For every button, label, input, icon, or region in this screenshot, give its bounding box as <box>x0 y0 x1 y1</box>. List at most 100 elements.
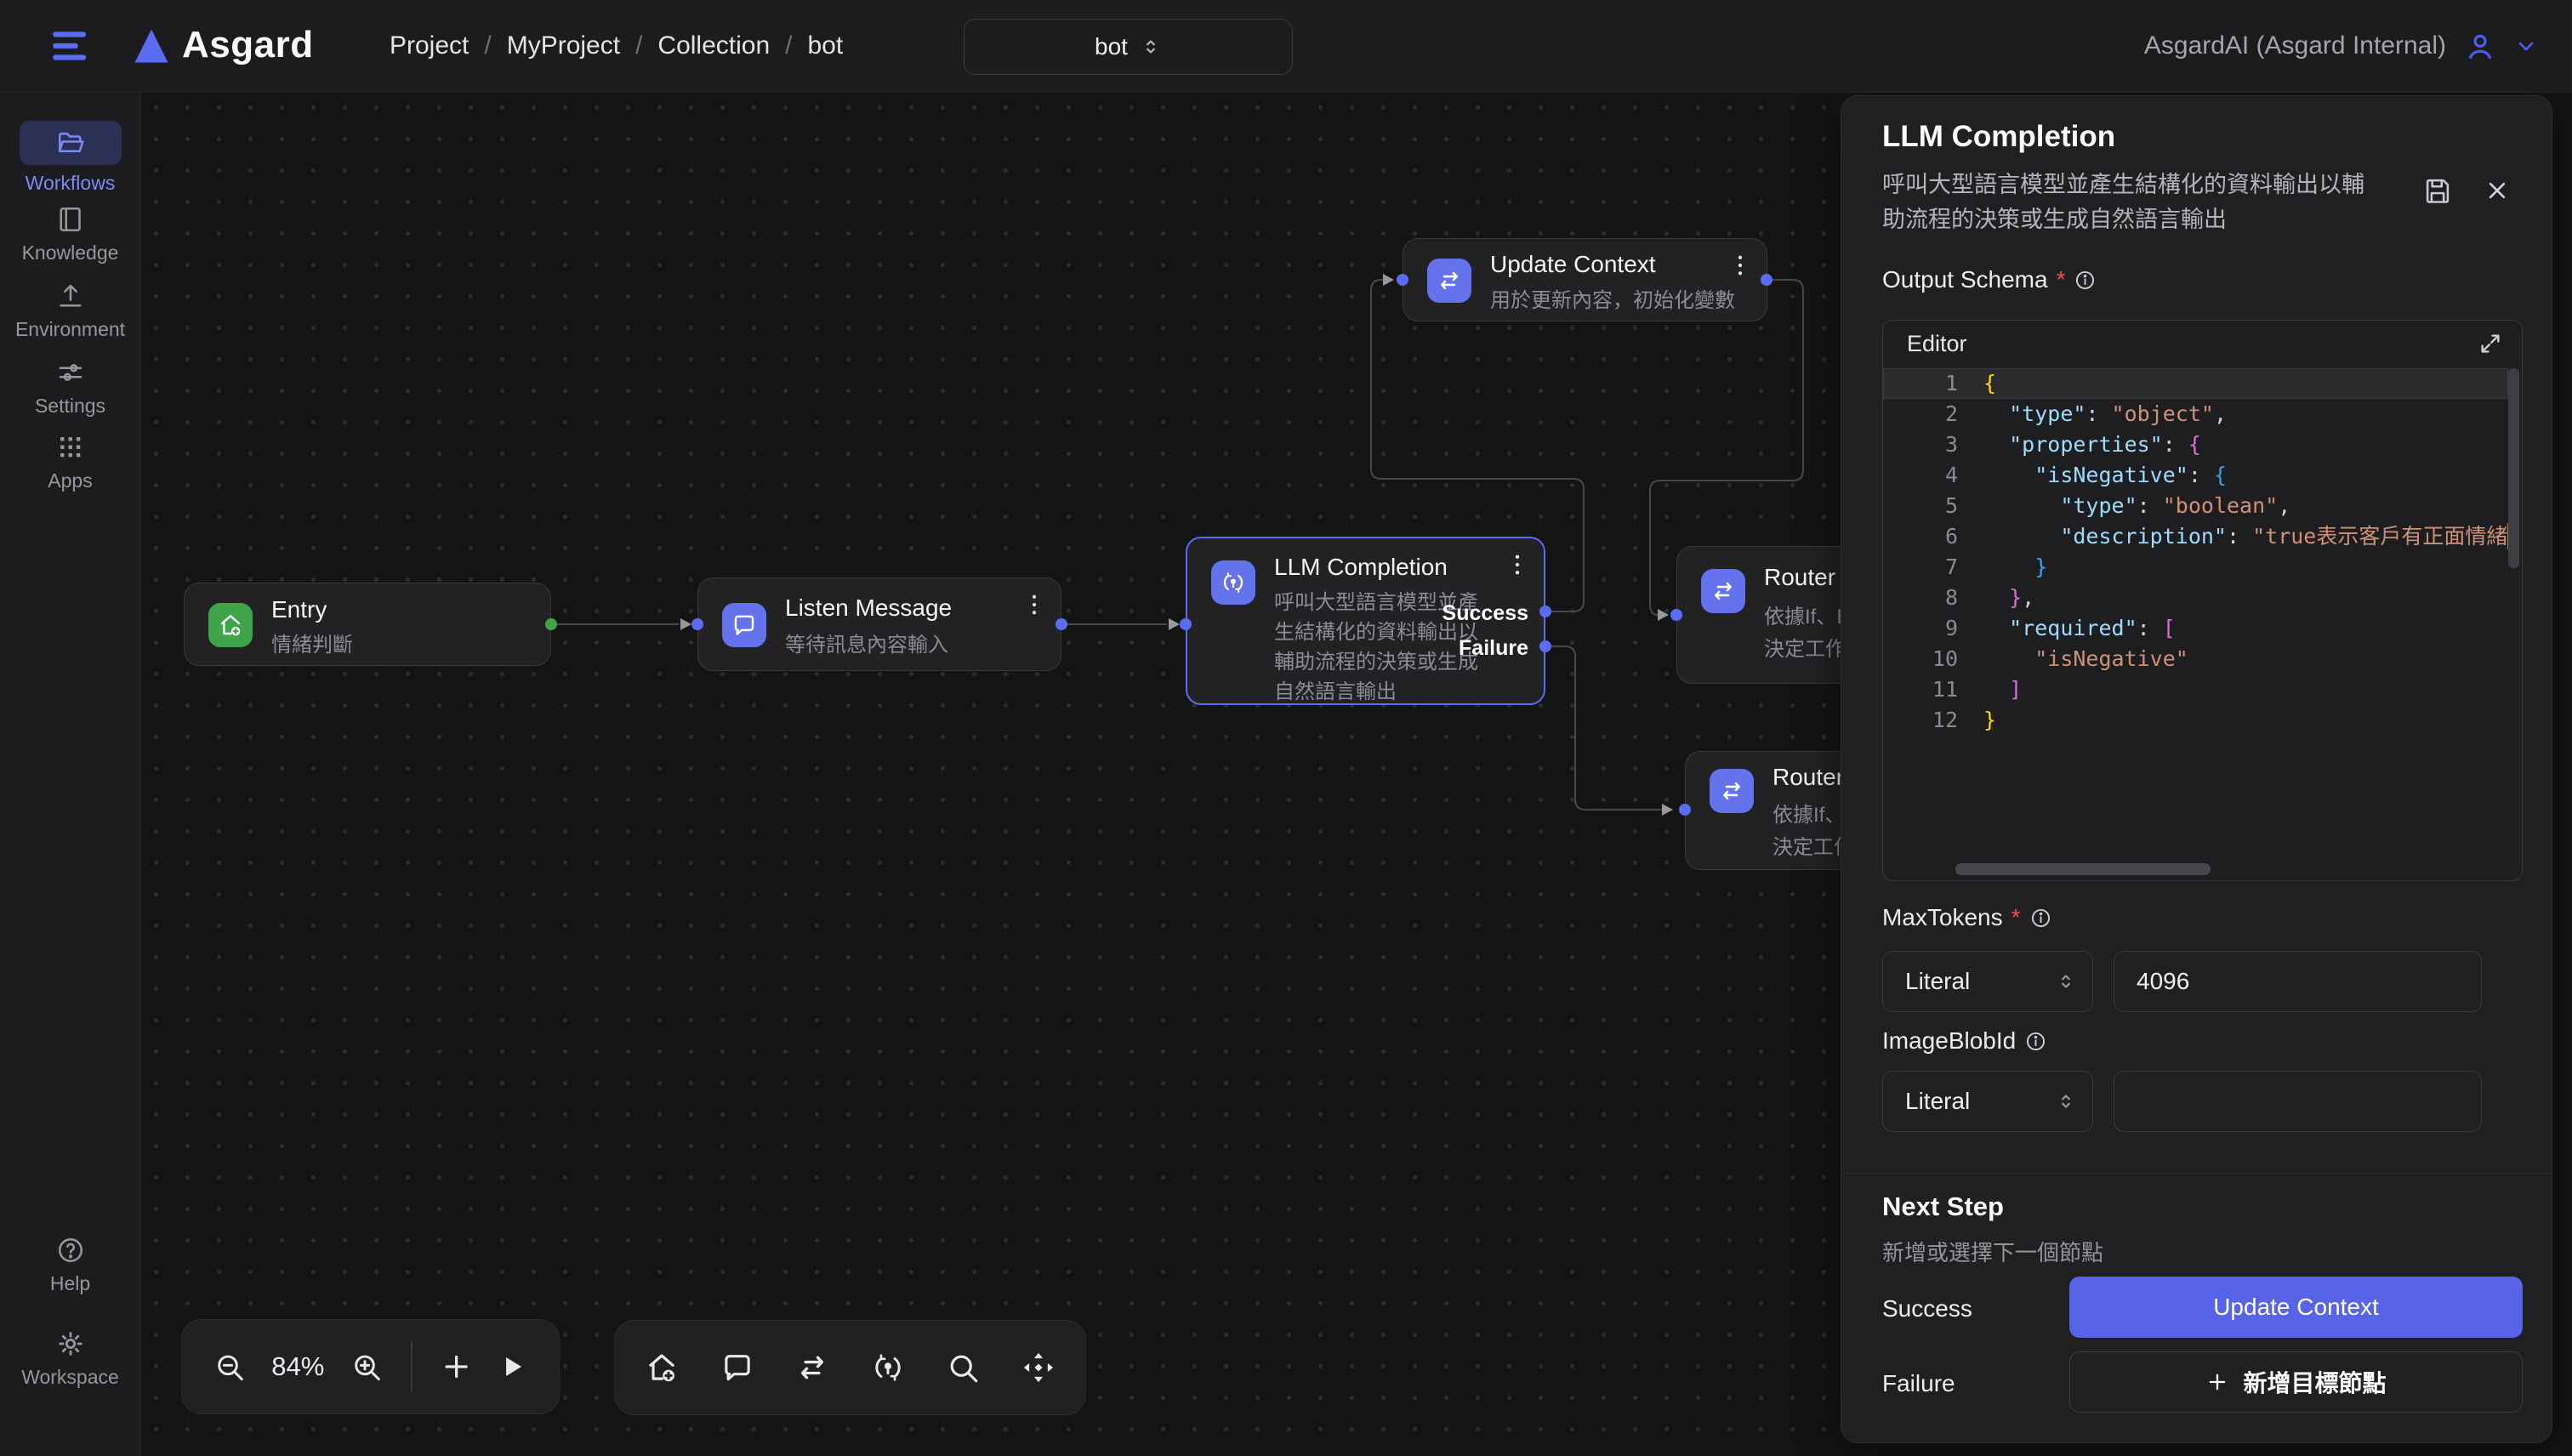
editor-horizontal-scrollbar[interactable] <box>1955 863 2211 875</box>
asgard-logo-text: Asgard <box>182 24 314 66</box>
code-line: 5 "type": "boolean", <box>1883 491 2508 521</box>
code-line: 10 "isNegative" <box>1883 644 2508 674</box>
max-tokens-label: MaxTokens <box>1882 904 2003 931</box>
schema-editor[interactable]: Editor 1{2 "type": "object",3 "propertie… <box>1882 320 2523 881</box>
failure-add-target-button[interactable]: 新增目標節點 <box>2069 1351 2523 1413</box>
person-icon[interactable] <box>2463 29 2497 63</box>
sidebar-item-knowledge[interactable]: Knowledge <box>0 204 140 264</box>
llm-refresh-icon[interactable] <box>870 1350 906 1385</box>
editor-header: Editor <box>1883 321 2522 367</box>
code-line: 4 "isNegative": { <box>1883 460 2508 491</box>
chat-bubble-icon[interactable] <box>720 1350 755 1385</box>
sidebar-item-workflows[interactable]: Workflows <box>0 121 140 195</box>
node-palette-toolbar <box>614 1320 1086 1415</box>
node-subtitle: 用於更新內容，初始化變數 <box>1490 283 1735 313</box>
code-line: 2 "type": "object", <box>1883 399 2508 429</box>
editor-vertical-scrollbar[interactable] <box>2508 368 2519 568</box>
max-tokens-mode-select[interactable]: Literal <box>1882 951 2093 1012</box>
code-area[interactable]: 1{2 "type": "object",3 "properties": {4 … <box>1883 368 2508 860</box>
breadcrumb-item[interactable]: bot <box>808 31 844 60</box>
save-icon[interactable] <box>2421 174 2454 207</box>
sidebar-item-label: Knowledge <box>0 242 140 264</box>
swap-arrows-icon[interactable] <box>794 1350 830 1385</box>
sidebar-item-settings[interactable]: Settings <box>0 357 140 418</box>
search-icon[interactable] <box>945 1350 981 1385</box>
workflow-selector[interactable]: bot <box>964 19 1293 75</box>
max-tokens-input[interactable] <box>2114 951 2482 1012</box>
code-line: 11 ] <box>1883 674 2508 705</box>
panel-description: 呼叫大型語言模型並產生結構化的資料輸出以輔助流程的決策或生成自然語言輸出 <box>1882 168 2376 237</box>
line-number: 7 <box>1883 552 1983 583</box>
add-node-icon[interactable] <box>440 1350 473 1384</box>
node-update-context[interactable]: Update Context 用於更新內容，初始化變數 <box>1403 238 1767 321</box>
next-step-title: Next Step <box>1882 1192 2004 1222</box>
line-number: 11 <box>1883 674 1983 705</box>
breadcrumb-item[interactable]: Project <box>390 31 469 60</box>
updown-chevron-icon <box>2055 970 2077 992</box>
line-number: 12 <box>1883 705 1983 736</box>
app-root: Entry 情緒判斷 Listen Message 等待訊息內容輸入 LLM C… <box>0 0 2572 1456</box>
success-port-label[interactable]: Success <box>1442 601 1528 626</box>
code-line: 9 "required": [ <box>1883 613 2508 644</box>
kebab-menu-icon[interactable] <box>1726 251 1755 280</box>
node-llm-completion[interactable]: LLM Completion 呼叫大型語言模型並產生結構化的資料輸出以輔助流程的… <box>1186 537 1545 705</box>
node-title: LLM Completion <box>1274 554 1448 581</box>
sidebar-item-environment[interactable]: Environment <box>0 281 140 341</box>
image-blob-id-mode-select[interactable]: Literal <box>1882 1071 2093 1132</box>
node-title: Entry <box>271 596 327 623</box>
line-number: 1 <box>1883 368 1983 399</box>
chevron-down-icon[interactable] <box>2514 34 2538 58</box>
zoom-level: 84% <box>268 1351 327 1382</box>
zoom-out-icon[interactable] <box>213 1350 246 1384</box>
line-number: 4 <box>1883 460 1983 491</box>
kebab-menu-icon[interactable] <box>1020 590 1049 619</box>
node-entry[interactable]: Entry 情緒判斷 <box>184 583 551 666</box>
editor-label: Editor <box>1907 331 1967 357</box>
info-icon[interactable] <box>2074 269 2097 292</box>
run-workflow-icon[interactable] <box>495 1350 528 1384</box>
line-number: 3 <box>1883 429 1983 460</box>
sidebar-item-label: Environment <box>0 318 140 341</box>
output-schema-label: Output Schema <box>1882 266 2048 293</box>
gear-icon <box>55 1328 86 1359</box>
success-row-label: Success <box>1882 1295 1972 1322</box>
node-title: Router <box>1773 764 1844 791</box>
select-value: Literal <box>1905 1088 1970 1115</box>
entry-home-plus-icon <box>208 603 253 647</box>
breadcrumb: Project/MyProject/Collection/bot <box>390 0 843 92</box>
code-line: 8 }, <box>1883 583 2508 613</box>
node-config-panel: LLM Completion 呼叫大型語言模型並產生結構化的資料輸出以輔助流程的… <box>1841 95 2552 1443</box>
failure-port-label[interactable]: Failure <box>1459 636 1528 661</box>
required-mark: * <box>2012 904 2021 931</box>
sidebar-item-label: Workspace <box>0 1366 140 1389</box>
breadcrumb-item[interactable]: MyProject <box>507 31 620 60</box>
info-icon[interactable] <box>2024 1030 2047 1053</box>
node-subtitle: 情緒判斷 <box>271 628 353 657</box>
line-number: 10 <box>1883 644 1983 674</box>
close-icon[interactable] <box>2483 176 2512 205</box>
hamburger-menu-icon[interactable] <box>48 22 95 70</box>
llm-refresh-icon <box>1211 560 1255 605</box>
node-listen-message[interactable]: Listen Message 等待訊息內容輸入 <box>697 577 1061 671</box>
book-icon <box>55 204 86 235</box>
success-target-button[interactable]: Update Context <box>2069 1277 2523 1338</box>
account-area[interactable]: AsgardAI (Asgard Internal) <box>2144 0 2538 92</box>
image-blob-id-input[interactable] <box>2114 1071 2482 1132</box>
move-diamond-icon[interactable] <box>1021 1350 1056 1385</box>
line-number: 9 <box>1883 613 1983 644</box>
zoom-in-icon[interactable] <box>350 1350 383 1384</box>
output-schema-label-row: Output Schema * <box>1882 266 2097 293</box>
line-number: 2 <box>1883 399 1983 429</box>
kebab-menu-icon[interactable] <box>1503 550 1532 579</box>
sidebar-item-workspace[interactable]: Workspace <box>0 1328 140 1389</box>
toolbar-divider <box>411 1341 413 1392</box>
sidebar-item-apps[interactable]: Apps <box>0 432 140 492</box>
expand-icon[interactable] <box>2478 331 2503 356</box>
breadcrumb-item[interactable]: Collection <box>657 31 770 60</box>
node-title: Update Context <box>1490 251 1656 278</box>
home-plus-icon[interactable] <box>644 1350 680 1385</box>
swap-arrows-icon <box>1427 259 1471 303</box>
apps-grid-icon <box>55 432 86 463</box>
info-icon[interactable] <box>2029 907 2052 930</box>
sidebar-item-help[interactable]: Help <box>0 1235 140 1295</box>
